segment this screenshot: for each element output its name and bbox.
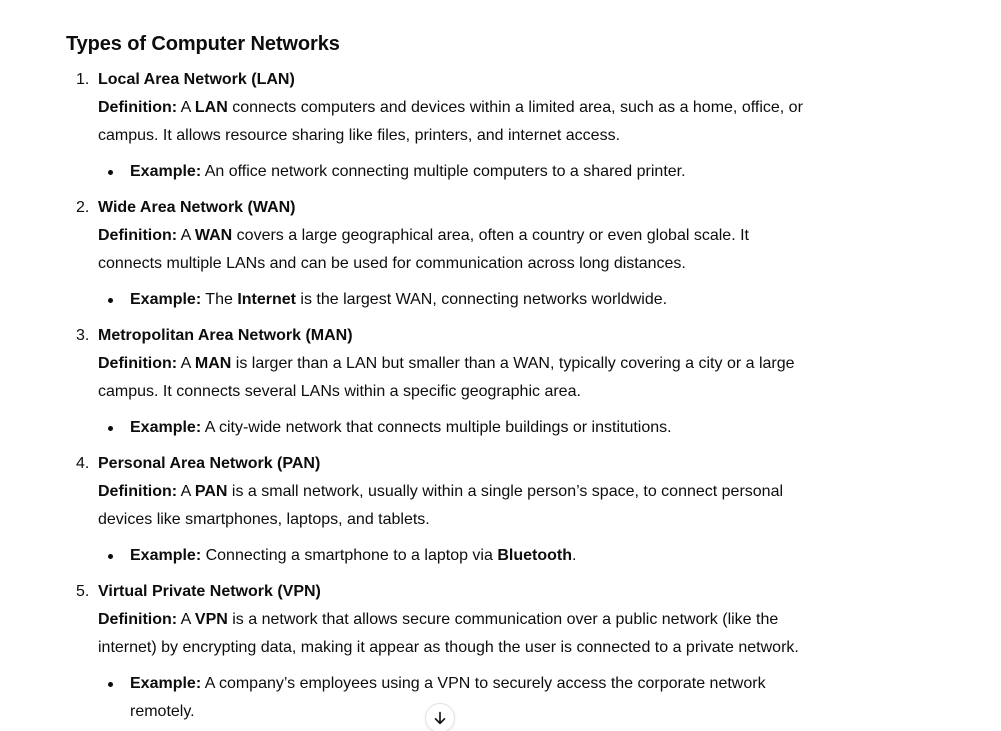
item-definition: Definition: A PAN is a small network, us… (98, 478, 806, 534)
example-term: Internet (237, 291, 296, 308)
example-item: Example: Connecting a smartphone to a la… (98, 542, 806, 570)
list-item: 4. Personal Area Network (PAN) Definitio… (66, 450, 806, 570)
definition-term: VPN (194, 611, 228, 628)
list-item: 2. Wide Area Network (WAN) Definition: A… (66, 194, 806, 314)
item-number: 2. (76, 199, 90, 216)
definition-text: A (177, 99, 195, 116)
example-list: Example: A city-wide network that connec… (98, 414, 806, 442)
item-title: Virtual Private Network (VPN) (98, 583, 321, 600)
message-content: Types of Computer Networks 1. Local Area… (66, 30, 806, 731)
section-heading: Types of Computer Networks (66, 33, 340, 55)
list-item: 1. Local Area Network (LAN) Definition: … (66, 66, 806, 186)
scroll-to-bottom-button[interactable] (425, 703, 455, 731)
example-label: Example: (130, 675, 202, 692)
example-text: is the largest WAN, connecting networks … (295, 291, 668, 308)
example-text: The (201, 291, 238, 308)
example-label: Example: (130, 419, 202, 436)
example-item: Example: An office network connecting mu… (98, 158, 806, 186)
example-label: Example: (130, 547, 202, 564)
item-definition: Definition: A VPN is a network that allo… (98, 606, 806, 662)
example-list: Example: An office network connecting mu… (98, 158, 806, 186)
definition-label: Definition: (98, 355, 178, 372)
example-list: Example: The Internet is the largest WAN… (98, 286, 806, 314)
example-term: Bluetooth (497, 547, 572, 564)
example-text: Connecting a smartphone to a laptop via (201, 547, 498, 564)
example-label: Example: (130, 291, 202, 308)
item-definition: Definition: A LAN connects computers and… (98, 94, 806, 150)
item-title: Metropolitan Area Network (MAN) (98, 327, 353, 344)
network-types-list: 1. Local Area Network (LAN) Definition: … (66, 66, 806, 726)
definition-text: A (177, 355, 195, 372)
example-list: Example: Connecting a smartphone to a la… (98, 542, 806, 570)
definition-text: A (177, 611, 195, 628)
item-number: 4. (76, 455, 90, 472)
example-text: A city-wide network that connects multip… (201, 419, 672, 436)
item-title: Personal Area Network (PAN) (98, 455, 321, 472)
example-label: Example: (130, 163, 202, 180)
definition-term: LAN (194, 99, 228, 116)
definition-text: A (177, 227, 195, 244)
list-item: 3. Metropolitan Area Network (MAN) Defin… (66, 322, 806, 442)
definition-label: Definition: (98, 483, 178, 500)
definition-term: WAN (194, 227, 233, 244)
definition-label: Definition: (98, 99, 178, 116)
example-item: Example: The Internet is the largest WAN… (98, 286, 806, 314)
item-number: 3. (76, 327, 90, 344)
item-number: 1. (76, 71, 90, 88)
item-number: 5. (76, 583, 90, 600)
item-title: Local Area Network (LAN) (98, 71, 295, 88)
item-definition: Definition: A WAN covers a large geograp… (98, 222, 806, 278)
definition-label: Definition: (98, 227, 178, 244)
definition-label: Definition: (98, 611, 178, 628)
example-text: . (571, 547, 577, 564)
definition-term: PAN (194, 483, 228, 500)
item-title: Wide Area Network (WAN) (98, 199, 296, 216)
definition-text: A (177, 483, 195, 500)
example-item: Example: A city-wide network that connec… (98, 414, 806, 442)
arrow-down-icon (433, 711, 447, 725)
example-text: An office network connecting multiple co… (201, 163, 686, 180)
definition-term: MAN (194, 355, 232, 372)
item-definition: Definition: A MAN is larger than a LAN b… (98, 350, 806, 406)
